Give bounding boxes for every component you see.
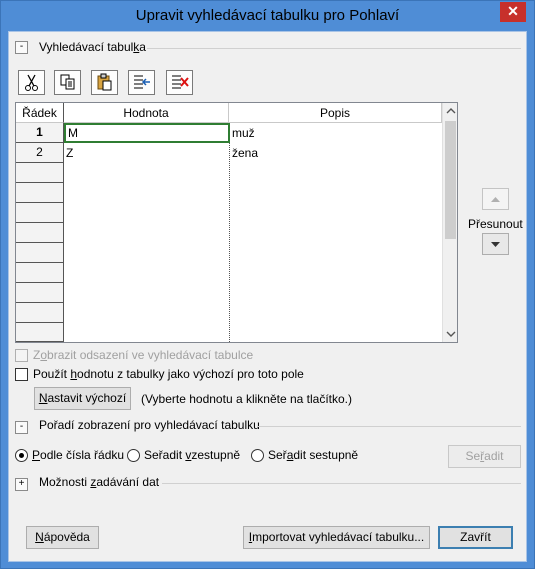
cut-icon: [25, 74, 38, 91]
empty-row-header[interactable]: [16, 163, 64, 183]
collapse-order-section-button[interactable]: -: [15, 421, 28, 434]
copy-button[interactable]: [54, 70, 81, 95]
lookup-table-grid[interactable]: Řádek Hodnota Popis 1 M muž 2 Z žena: [15, 102, 458, 343]
window-title: Upravit vyhledávací tabulku pro Pohlaví: [135, 7, 400, 24]
insert-row-icon: [134, 75, 150, 89]
row-header[interactable]: 1: [16, 123, 64, 143]
table-cell-description[interactable]: žena: [230, 143, 442, 163]
section-divider: [147, 48, 521, 49]
paste-icon: [97, 73, 112, 91]
sort-descending-label: Seřadit sestupně: [268, 448, 359, 462]
empty-row-header[interactable]: [16, 283, 64, 303]
section-divider: [162, 483, 521, 484]
help-button[interactable]: Nápověda: [26, 526, 99, 549]
empty-row-header[interactable]: [16, 263, 64, 283]
column-header-row-number: Řádek: [16, 103, 64, 123]
sort-ascending-label: Seřadit vzestupně: [144, 448, 241, 462]
table-cell-description[interactable]: muž: [230, 123, 442, 143]
delete-row-button[interactable]: [166, 70, 193, 95]
arrow-down-icon: [491, 242, 500, 247]
sort-by-row-radio[interactable]: [15, 449, 28, 462]
move-down-button[interactable]: [482, 233, 509, 255]
move-up-button[interactable]: [482, 188, 509, 210]
empty-row-header[interactable]: [16, 243, 64, 263]
column-header-description[interactable]: Popis: [229, 103, 442, 123]
table-cell-value[interactable]: Z: [64, 143, 229, 163]
arrow-up-icon: [491, 197, 500, 202]
empty-row-header[interactable]: [16, 183, 64, 203]
title-bar[interactable]: Upravit vyhledávací tabulku pro Pohlaví …: [1, 1, 534, 31]
column-header-value[interactable]: Hodnota: [64, 103, 229, 123]
empty-row-header[interactable]: [16, 223, 64, 243]
set-default-button[interactable]: Nastavit výchozí: [34, 387, 131, 410]
sort-button[interactable]: Seřadit: [448, 445, 521, 468]
table-cell-value[interactable]: M: [64, 123, 230, 143]
sort-descending-radio[interactable]: [251, 449, 264, 462]
vertical-scrollbar[interactable]: [442, 103, 457, 342]
show-indent-checkbox[interactable]: [15, 349, 28, 362]
close-window-button[interactable]: ✕: [500, 2, 526, 22]
empty-row-header[interactable]: [16, 303, 64, 323]
set-default-hint: (Vyberte hodnotu a klikněte na tlačítko.…: [141, 392, 353, 406]
sort-ascending-radio[interactable]: [127, 449, 140, 462]
import-lookup-table-button[interactable]: Importovat vyhledávací tabulku...: [243, 526, 430, 549]
use-default-checkbox[interactable]: [15, 368, 28, 381]
dialog-client-area: - Vyhledávací tabulka Řádek Hodnota Popi…: [8, 31, 527, 562]
copy-icon: [60, 74, 75, 90]
cut-button[interactable]: [18, 70, 45, 95]
row-header[interactable]: 2: [16, 143, 64, 163]
dialog-window: Upravit vyhledávací tabulku pro Pohlaví …: [0, 0, 535, 569]
empty-row-header[interactable]: [16, 203, 64, 223]
expand-input-section-button[interactable]: +: [15, 478, 28, 491]
scroll-up-arrow-icon[interactable]: [446, 107, 456, 115]
delete-row-icon: [172, 75, 189, 89]
order-section-label: Pořadí zobrazení pro vyhledávací tabulku: [39, 418, 260, 432]
section-divider: [257, 426, 521, 427]
lookup-section-label: Vyhledávací tabulka: [39, 40, 146, 54]
use-default-label: Použít hodnotu z tabulky jako výchozí pr…: [33, 367, 304, 381]
scroll-down-arrow-icon[interactable]: [446, 330, 456, 338]
close-button[interactable]: Zavřít: [438, 526, 513, 549]
sort-by-row-label: Podle čísla řádku: [32, 448, 125, 462]
empty-row-header[interactable]: [16, 323, 64, 342]
paste-button[interactable]: [91, 70, 118, 95]
scrollbar-thumb[interactable]: [445, 121, 456, 239]
input-section-label: Možnosti zadávání dat: [39, 475, 160, 489]
show-indent-label: Zobrazit odsazení ve vyhledávací tabulce: [33, 348, 254, 362]
insert-row-button[interactable]: [128, 70, 155, 95]
move-label: Přesunout: [468, 217, 523, 231]
collapse-lookup-section-button[interactable]: -: [15, 41, 28, 54]
